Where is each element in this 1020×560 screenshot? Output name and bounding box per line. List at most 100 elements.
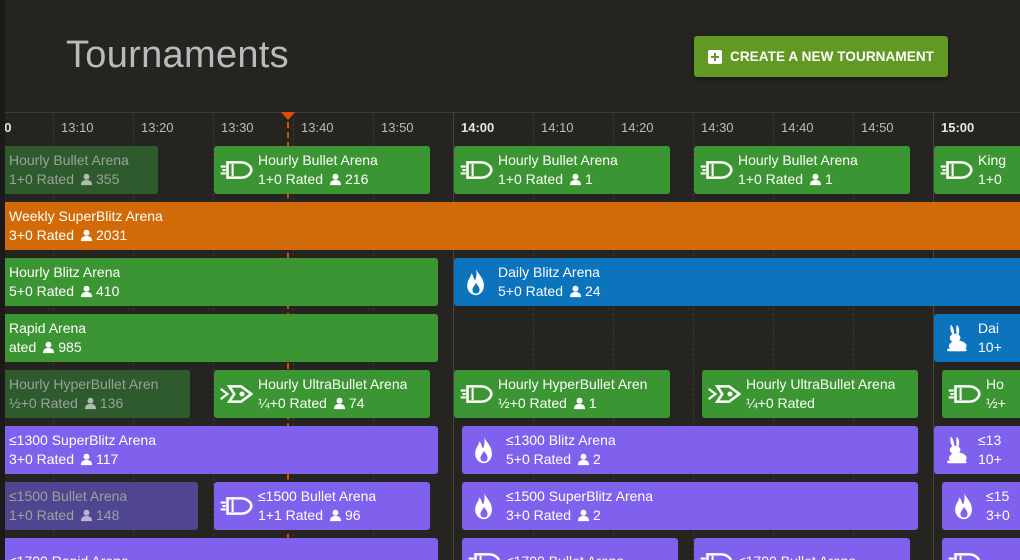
tournament-name: Hourly UltraBullet Arena — [258, 376, 408, 392]
tournament-name: Hourly HyperBullet Aren — [9, 376, 159, 392]
bullet-icon — [694, 146, 738, 194]
tournament-card[interactable]: Dai 10+ — [934, 314, 1020, 362]
tournament-card[interactable]: Rapid Arena ated 985 — [5, 314, 438, 362]
tournament-clock: ½+ — [986, 395, 1006, 411]
tournament-info: Hourly HyperBullet Aren ½+0 Rated 136 — [9, 376, 158, 412]
user-icon — [80, 229, 93, 242]
tournament-player-count: 355 — [96, 171, 120, 187]
tournament-clock: 1+0 Rated — [9, 171, 74, 187]
tournament-meta: 1+0 Rated 1 — [738, 171, 858, 188]
tournament-name: Rapid Arena — [9, 320, 87, 336]
tournament-meta: ½+0 Rated 1 — [498, 395, 647, 412]
tournament-meta: ¼+0 Rated — [746, 395, 895, 412]
tournament-card[interactable]: Hourly HyperBullet Aren ½+0 Rated 1 — [454, 370, 670, 418]
tournament-card[interactable]: Hourly Bullet Arena 1+0 Rated 355 — [5, 146, 158, 194]
fire-icon — [462, 482, 506, 530]
tournament-player-count: 74 — [348, 395, 365, 411]
tournament-card[interactable]: ≤15 3+0 — [942, 482, 1020, 530]
tournament-meta: 5+0 Rated 2 — [506, 451, 616, 468]
tournament-card[interactable] — [942, 538, 1020, 560]
timeline-tick-label: 13:20 — [141, 120, 174, 135]
tournament-meta: 1+1 Rated 96 — [258, 507, 376, 524]
tournament-card[interactable]: Hourly UltraBullet Arena ¼+0 Rated 74 — [214, 370, 430, 418]
tournament-info: ≤1700 Bullet Arena — [506, 553, 624, 560]
current-time-marker — [281, 112, 295, 120]
tournament-card[interactable]: ≤1700 Bullet Arena — [694, 538, 910, 560]
tournament-card[interactable]: Hourly Bullet Arena 1+0 Rated 1 — [454, 146, 670, 194]
tournament-player-count: 2031 — [96, 227, 128, 243]
tournament-card[interactable]: Ho ½+ — [942, 370, 1020, 418]
tournament-player-count: 216 — [345, 171, 369, 187]
tournament-name: ≤1700 Rapid Arena — [9, 553, 129, 560]
tournament-card[interactable]: ≤1700 Rapid Arena — [5, 538, 438, 560]
timeline-tick-label: 13:30 — [221, 120, 254, 135]
tournament-card[interactable]: ≤1500 Bullet Arena 1+1 Rated 96 — [214, 482, 430, 530]
tournament-meta: 3+0 Rated 2 — [506, 507, 653, 524]
tournament-player-count: 136 — [99, 395, 124, 411]
tournament-info: Hourly UltraBullet Arena ¼+0 Rated 74 — [258, 376, 407, 412]
tournament-name: Dai — [978, 320, 1000, 336]
create-tournament-button[interactable]: CREATE A NEW TOURNAMENT — [694, 36, 948, 77]
tournament-info: Hourly HyperBullet Aren ½+0 Rated 1 — [498, 376, 647, 412]
tournament-card[interactable]: Daily Blitz Arena 5+0 Rated 24 — [454, 258, 1020, 306]
tournament-info: ≤1500 Bullet Arena 1+1 Rated 96 — [258, 488, 376, 524]
tournament-meta: 3+0 Rated 117 — [9, 451, 156, 468]
tournament-player-count: 2 — [593, 451, 601, 467]
tournament-name: Hourly Blitz Arena — [9, 264, 121, 280]
tournament-clock: 3+0 — [986, 507, 1010, 523]
user-icon — [329, 173, 342, 186]
user-icon — [84, 397, 97, 410]
bullet-icon — [934, 146, 978, 194]
tournament-name: Hourly Bullet Arena — [9, 152, 129, 168]
tournament-meta: 1+0 Rated 216 — [258, 171, 378, 188]
tournament-info: Hourly Blitz Arena 5+0 Rated 410 — [9, 264, 120, 300]
tournament-card[interactable]: Hourly Bullet Arena 1+0 Rated 216 — [214, 146, 430, 194]
tournament-name: Weekly SuperBlitz Arena — [9, 208, 163, 224]
fire-icon — [462, 426, 506, 474]
ultrabullet-icon — [702, 370, 746, 418]
tournament-card[interactable]: ≤13 10+ — [934, 426, 1020, 474]
bullet-icon — [942, 538, 986, 560]
tournament-card[interactable]: King 1+0 — [934, 146, 1020, 194]
tournament-card[interactable]: ≤1300 SuperBlitz Arena 3+0 Rated 117 — [5, 426, 438, 474]
tournament-card[interactable]: Hourly HyperBullet Aren ½+0 Rated 136 — [5, 370, 190, 418]
tournament-schedule[interactable]: 00 13:10 13:20 13:30 13:40 13:50 14:00 14:10 14:… — [5, 112, 1020, 560]
timeline-tick-label: 13:40 — [301, 120, 334, 135]
tournaments-page: Tournaments CREATE A NEW TOURNAMENT 0013… — [0, 0, 1020, 560]
tournament-card[interactable]: ≤1300 Blitz Arena 5+0 Rated 2 — [462, 426, 918, 474]
rabbit-icon — [934, 426, 978, 474]
tournament-info: ≤1700 Bullet Arena — [738, 553, 856, 560]
tournament-info: Hourly UltraBullet Arena ¼+0 Rated — [746, 376, 895, 412]
timeline-tick-label: 14:40 — [781, 120, 814, 135]
tournament-info: ≤1300 SuperBlitz Arena 3+0 Rated 117 — [9, 432, 156, 468]
tournament-meta: 1+0 — [978, 171, 1006, 188]
tournament-card[interactable]: ≤1500 Bullet Arena 1+0 Rated 148 — [5, 482, 198, 530]
tournament-card[interactable]: ≤1500 SuperBlitz Arena 3+0 Rated 2 — [462, 482, 918, 530]
tournament-clock: 3+0 Rated — [506, 507, 571, 523]
tournament-clock: 5+0 Rated — [506, 451, 571, 467]
tournament-card[interactable]: Weekly SuperBlitz Arena 3+0 Rated 2031 — [5, 202, 1020, 250]
tournament-card[interactable]: Hourly Bullet Arena 1+0 Rated 1 — [694, 146, 910, 194]
tournament-name: ≤1500 Bullet Arena — [9, 488, 128, 504]
tournament-info: Hourly Bullet Arena 1+0 Rated 216 — [258, 152, 378, 188]
create-tournament-label: CREATE A NEW TOURNAMENT — [729, 49, 935, 64]
tournament-card[interactable]: Hourly UltraBullet Arena ¼+0 Rated — [702, 370, 918, 418]
tournament-clock: 1+0 Rated — [738, 171, 803, 187]
tournament-card[interactable]: ≤1700 Bullet Arena — [462, 538, 678, 560]
tournament-meta: 3+0 — [986, 507, 1010, 524]
user-icon — [333, 397, 346, 410]
tournament-clock: 1+0 — [978, 171, 1002, 187]
tournament-card[interactable]: Hourly Blitz Arena 5+0 Rated 410 — [5, 258, 438, 306]
tournament-meta: ated 985 — [9, 339, 86, 356]
tournament-name: ≤1500 Bullet Arena — [258, 488, 377, 504]
tournament-info: Ho ½+ — [986, 376, 1006, 412]
tournament-name: ≤1700 Bullet Arena — [738, 553, 856, 560]
tournament-meta: 10+ — [978, 339, 1002, 356]
tournament-info: ≤1500 SuperBlitz Arena 3+0 Rated 2 — [506, 488, 653, 524]
tournament-clock: 5+0 Rated — [9, 283, 74, 299]
tournament-clock: ated — [9, 339, 37, 355]
tournament-clock: 10+ — [978, 339, 1002, 355]
tournament-clock: ½+0 Rated — [9, 395, 78, 411]
tournament-player-count: 1 — [588, 395, 597, 411]
bullet-icon — [454, 146, 498, 194]
